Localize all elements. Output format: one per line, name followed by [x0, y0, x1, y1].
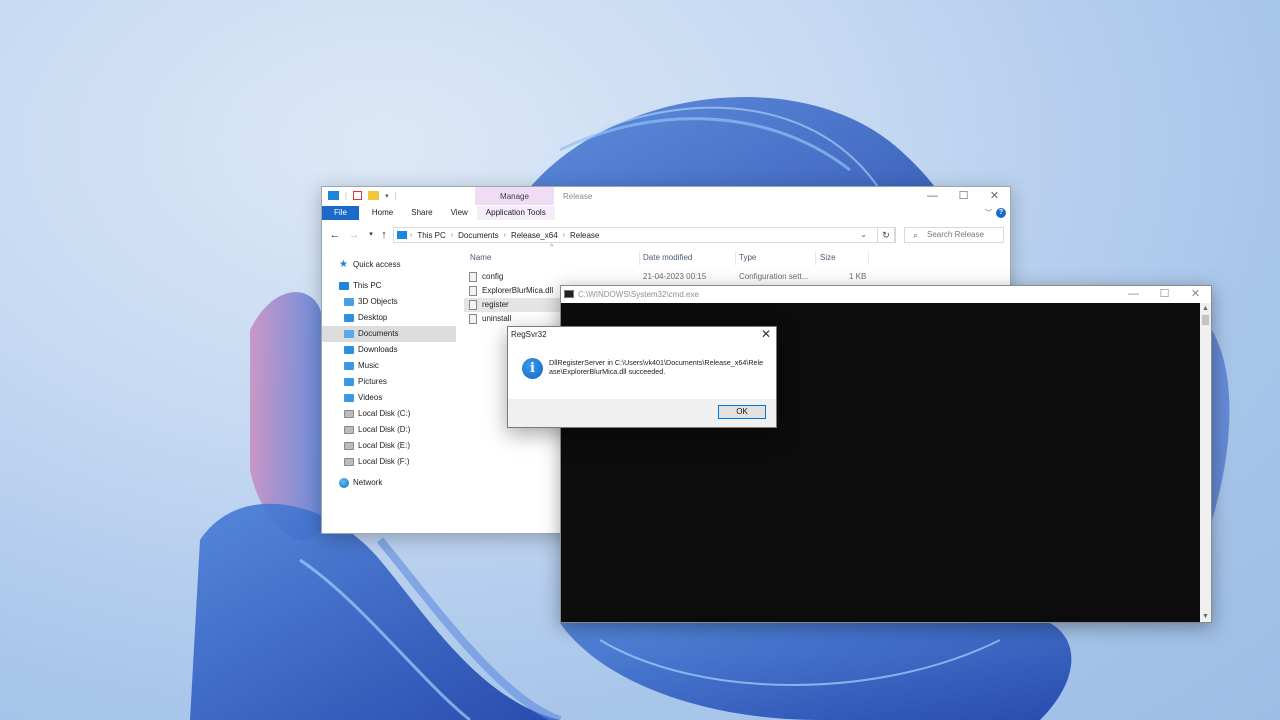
- customize-toolbar-icon[interactable]: ▾: [385, 192, 389, 200]
- properties-icon[interactable]: [353, 191, 363, 200]
- network-icon: [339, 478, 349, 488]
- sidebar-item-local-disk-c[interactable]: Local Disk (C:): [322, 406, 456, 422]
- navigation-bar: ← → ▾ ↑ › This PC › Documents › Release_…: [322, 225, 1010, 245]
- sidebar-item-network[interactable]: Network: [322, 475, 456, 491]
- explorer-app-icon: [328, 191, 339, 200]
- up-arrow-icon[interactable]: ↑: [377, 227, 391, 243]
- expand-ribbon-icon[interactable]: ﹀: [985, 208, 992, 218]
- minimize-button[interactable]: —: [917, 187, 948, 205]
- sidebar-item-this-pc[interactable]: This PC: [322, 278, 456, 294]
- column-header-type[interactable]: Type: [739, 247, 756, 263]
- sidebar-item-3d-objects[interactable]: 3D Objects: [322, 294, 456, 310]
- file-row-config[interactable]: config 21-04-2023 00:15 Configuration se…: [464, 270, 1009, 284]
- breadcrumb-this-pc[interactable]: This PC: [417, 231, 445, 240]
- search-input[interactable]: ⌕ Search Release: [904, 227, 1004, 243]
- downloads-folder-icon: [344, 346, 354, 354]
- quick-access-toolbar: | ▾ |: [328, 191, 397, 200]
- window-title: Release: [563, 192, 593, 201]
- console-icon: [564, 290, 574, 298]
- cmd-title-bar: C:\WINDOWS\System32\cmd.exe — ☐ ✕: [561, 286, 1211, 303]
- computer-icon: [339, 282, 349, 290]
- refresh-icon[interactable]: ↻: [877, 227, 895, 243]
- sidebar-item-quick-access[interactable]: ★ Quick access: [322, 257, 456, 273]
- search-placeholder: Search Release: [927, 230, 984, 239]
- new-folder-icon[interactable]: [368, 191, 380, 200]
- sort-ascending-icon: ^: [550, 244, 554, 251]
- tab-file[interactable]: File: [322, 206, 359, 220]
- dialog-message: DllRegisterServer in C:\Users\vk401\Docu…: [549, 358, 764, 376]
- documents-folder-icon: [344, 330, 354, 338]
- tab-share[interactable]: Share: [402, 206, 441, 220]
- information-icon: i: [522, 358, 543, 379]
- column-header-date-modified[interactable]: Date modified: [643, 247, 692, 263]
- cmd-caption-buttons: — ☐ ✕: [1118, 286, 1211, 303]
- ok-button[interactable]: OK: [718, 405, 766, 419]
- ribbon-help-area: ﹀ ?: [985, 208, 1006, 218]
- star-icon: ★: [339, 259, 348, 270]
- breadcrumb-release[interactable]: Release: [570, 231, 599, 240]
- address-dropdown-icon[interactable]: ⌄: [860, 230, 867, 239]
- sidebar-item-local-disk-f[interactable]: Local Disk (F:): [322, 454, 456, 470]
- dialog-close-icon[interactable]: ✕: [761, 327, 771, 341]
- this-pc-icon: [397, 231, 407, 239]
- videos-folder-icon: [344, 394, 354, 402]
- script-file-icon: [469, 314, 477, 324]
- sidebar-item-documents[interactable]: Documents: [322, 326, 456, 342]
- column-header-name[interactable]: Name: [470, 247, 491, 263]
- cmd-minimize-button[interactable]: —: [1118, 286, 1149, 303]
- caption-buttons: — ☐ ✕: [917, 187, 1010, 205]
- forward-arrow-icon[interactable]: →: [347, 227, 361, 243]
- sidebar-item-local-disk-d[interactable]: Local Disk (D:): [322, 422, 456, 438]
- breadcrumb-release-x64[interactable]: Release_x64: [511, 231, 558, 240]
- breadcrumb-documents[interactable]: Documents: [458, 231, 498, 240]
- scroll-up-icon[interactable]: ▲: [1200, 303, 1211, 314]
- scrollbar-thumb[interactable]: [1202, 315, 1209, 325]
- drive-icon: [344, 442, 354, 450]
- sidebar-item-music[interactable]: Music: [322, 358, 456, 374]
- script-file-icon: [469, 300, 477, 310]
- drive-icon: [344, 458, 354, 466]
- dialog-footer: OK: [508, 399, 776, 427]
- dll-file-icon: [469, 286, 477, 296]
- sidebar-item-pictures[interactable]: Pictures: [322, 374, 456, 390]
- help-icon[interactable]: ?: [996, 208, 1006, 218]
- dialog-title: RegSvr32: [511, 330, 547, 339]
- drive-icon: [344, 426, 354, 434]
- music-folder-icon: [344, 362, 354, 370]
- sidebar-item-desktop[interactable]: Desktop: [322, 310, 456, 326]
- tab-application-tools[interactable]: Application Tools: [476, 206, 555, 220]
- pictures-folder-icon: [344, 378, 354, 386]
- cmd-window-title: C:\WINDOWS\System32\cmd.exe: [578, 290, 699, 299]
- cmd-scrollbar[interactable]: ▲ ▼: [1200, 303, 1211, 622]
- ribbon-tabs: File Home Share View Application Tools: [322, 206, 1010, 220]
- config-file-icon: [469, 272, 477, 282]
- desktop-folder-icon: [344, 314, 354, 322]
- sidebar-item-local-disk-e[interactable]: Local Disk (E:): [322, 438, 456, 454]
- regsvr32-dialog: RegSvr32 ✕ i DllRegisterServer in C:\Use…: [507, 326, 777, 428]
- column-header-size[interactable]: Size: [820, 247, 836, 263]
- drive-icon: [344, 410, 354, 418]
- maximize-button[interactable]: ☐: [948, 187, 979, 205]
- explorer-title-bar: | ▾ | Manage Release — ☐ ✕: [322, 187, 1010, 207]
- sidebar-item-videos[interactable]: Videos: [322, 390, 456, 406]
- file-row-register[interactable]: register: [464, 298, 560, 312]
- recent-locations-icon[interactable]: ▾: [364, 227, 378, 243]
- address-bar[interactable]: › This PC › Documents › Release_x64 › Re…: [393, 227, 896, 243]
- 3d-objects-icon: [344, 298, 354, 306]
- cmd-close-button[interactable]: ✕: [1180, 286, 1211, 303]
- tab-view[interactable]: View: [442, 206, 477, 220]
- navigation-pane: ★ Quick access This PC 3D Objects Deskto…: [322, 257, 456, 491]
- scroll-down-icon[interactable]: ▼: [1200, 611, 1211, 622]
- close-button[interactable]: ✕: [979, 187, 1010, 205]
- manage-contextual-tab[interactable]: Manage: [475, 187, 554, 205]
- search-icon: ⌕: [913, 230, 919, 240]
- cmd-maximize-button[interactable]: ☐: [1149, 286, 1180, 303]
- tab-home[interactable]: Home: [363, 206, 402, 220]
- back-arrow-icon[interactable]: ←: [328, 227, 342, 243]
- sidebar-item-downloads[interactable]: Downloads: [322, 342, 456, 358]
